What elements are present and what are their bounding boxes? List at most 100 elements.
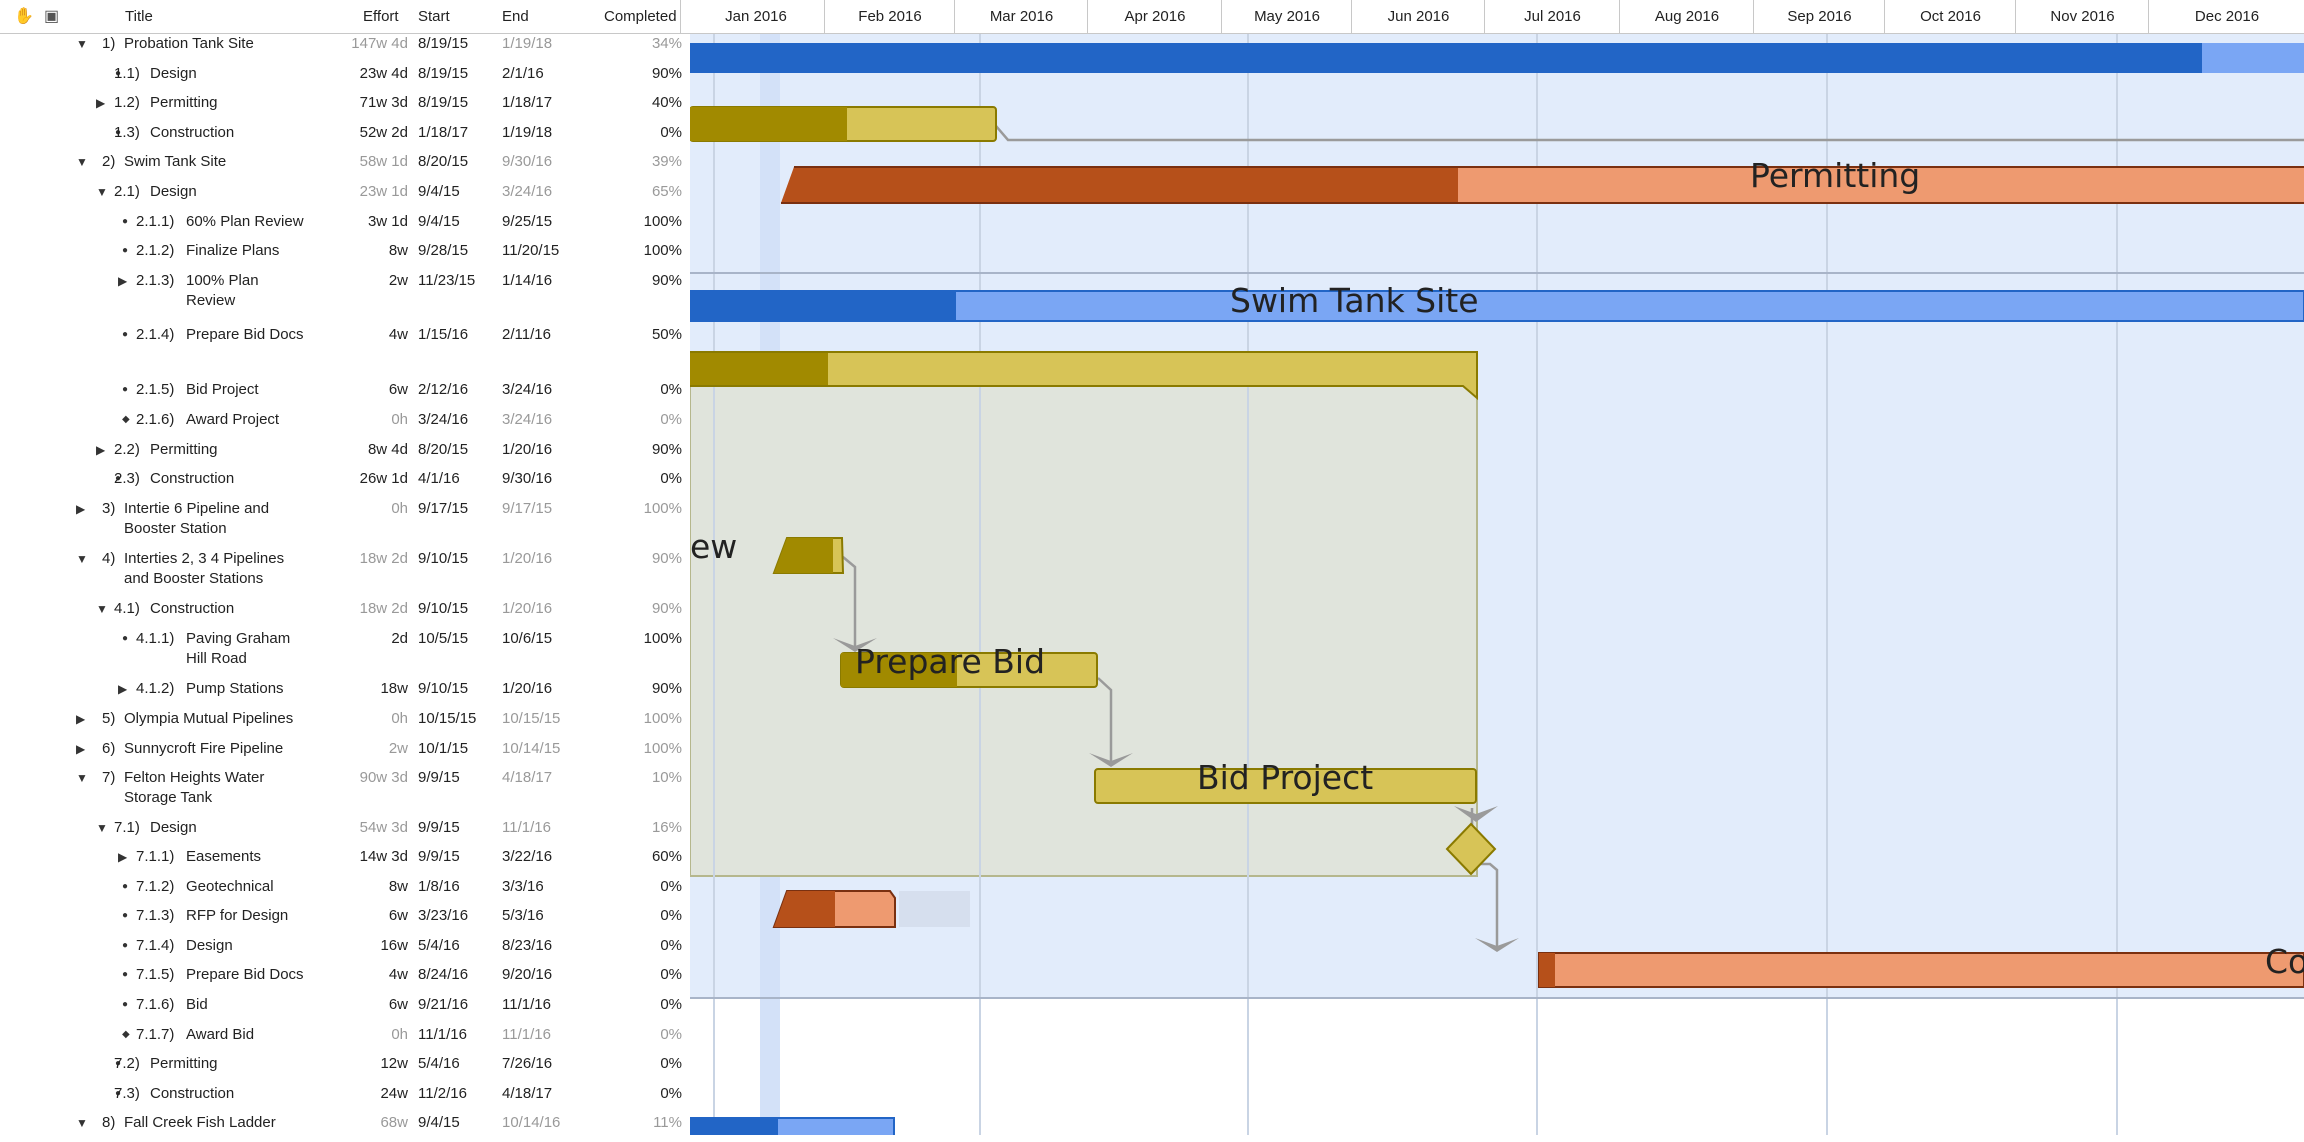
task-title[interactable]: Fall Creek Fish Ladder	[124, 1113, 304, 1133]
task-row[interactable]: ◆ 7.1.7) Award Bid 0h 11/1/16 11/1/16 0%	[0, 1025, 690, 1054]
task-end-date[interactable]: 9/30/16	[502, 152, 552, 172]
task-completed[interactable]: 0%	[600, 1025, 682, 1045]
task-completed[interactable]: 0%	[600, 380, 682, 400]
task-effort[interactable]: 4w	[320, 325, 408, 345]
task-row[interactable]: ▶ 1.2) Permitting 71w 3d 8/19/15 1/18/17 40%	[0, 93, 690, 122]
task-effort[interactable]: 23w 1d	[320, 182, 408, 202]
bar-construction-2-3[interactable]	[1538, 952, 2304, 988]
task-title[interactable]: Award Bid	[186, 1025, 306, 1045]
task-row[interactable]: ● 4.1.1) Paving Graham Hill Road 2d 10/5/15 1…	[0, 629, 690, 678]
task-row[interactable]: ◆ 2.1.6) Award Project 0h 3/24/16 3/24/16 0%	[0, 410, 690, 439]
task-row[interactable]: ▼ 2) Swim Tank Site 58w 1d 8/20/15 9/30/16 39%	[0, 152, 690, 181]
task-start-date[interactable]: 9/4/15	[418, 212, 460, 232]
task-start-date[interactable]: 9/17/15	[418, 499, 468, 519]
task-effort[interactable]: 52w 2d	[320, 123, 408, 143]
task-end-date[interactable]: 9/25/15	[502, 212, 552, 232]
task-completed[interactable]: 100%	[600, 212, 682, 232]
task-start-date[interactable]: 5/4/16	[418, 936, 460, 956]
task-row[interactable]: ● 2.1.1) 60% Plan Review 3w 1d 9/4/15 9/25/15…	[0, 212, 690, 241]
task-start-date[interactable]: 9/28/15	[418, 241, 468, 261]
task-completed[interactable]: 100%	[600, 499, 682, 519]
disclosure-expanded-icon[interactable]: ▼	[76, 152, 88, 172]
task-start-date[interactable]: 8/20/15	[418, 440, 468, 460]
task-completed[interactable]: 100%	[600, 629, 682, 649]
task-row[interactable]: ▶ 6) Sunnycroft Fire Pipeline 2w 10/1/15 10/1…	[0, 739, 690, 768]
task-effort[interactable]: 14w 3d	[320, 847, 408, 867]
task-effort[interactable]: 6w	[320, 995, 408, 1015]
disclosure-expanded-icon[interactable]: ▼	[96, 599, 108, 619]
task-end-date[interactable]: 2/1/16	[502, 64, 544, 84]
task-start-date[interactable]: 11/1/16	[418, 1025, 467, 1045]
disclosure-expanded-icon[interactable]: ▼	[96, 182, 108, 202]
task-effort[interactable]: 0h	[320, 1025, 408, 1045]
disclosure-expanded-icon[interactable]: ▼	[76, 1113, 88, 1133]
task-row[interactable]: ▶ 7.1.1) Easements 14w 3d 9/9/15 3/22/16 60%	[0, 847, 690, 876]
task-title[interactable]: Permitting	[150, 1054, 330, 1074]
task-effort[interactable]: 6w	[320, 906, 408, 926]
task-effort[interactable]: 16w	[320, 936, 408, 956]
task-end-date[interactable]: 11/1/16	[502, 1025, 551, 1045]
task-completed[interactable]: 34%	[600, 34, 682, 54]
disclosure-collapsed-icon[interactable]: ▶	[76, 739, 85, 759]
task-effort[interactable]: 18w 2d	[320, 599, 408, 619]
task-completed[interactable]: 90%	[600, 271, 682, 291]
task-row[interactable]: ● 1.3) Construction 52w 2d 1/18/17 1/19/18 0%	[0, 123, 690, 152]
task-end-date[interactable]: 1/14/16	[502, 271, 552, 291]
task-end-date[interactable]: 9/20/16	[502, 965, 552, 985]
task-title[interactable]: Construction	[150, 599, 330, 619]
column-header-start[interactable]: Start	[418, 0, 450, 33]
task-completed[interactable]: 0%	[600, 936, 682, 956]
task-title[interactable]: Prepare Bid Docs	[186, 325, 306, 345]
task-completed[interactable]: 65%	[600, 182, 682, 202]
task-title[interactable]: Award Project	[186, 410, 306, 430]
task-effort[interactable]: 147w 4d	[320, 34, 408, 54]
task-row[interactable]: ▼ 7) Felton Heights Water Storage Tank 90w …	[0, 768, 690, 817]
task-completed[interactable]: 100%	[600, 709, 682, 729]
task-effort[interactable]: 71w 3d	[320, 93, 408, 113]
task-effort[interactable]: 24w	[320, 1084, 408, 1104]
task-row[interactable]: ● 1.1) Design 23w 4d 8/19/15 2/1/16 90%	[0, 64, 690, 93]
task-effort[interactable]: 2w	[320, 271, 408, 291]
task-end-date[interactable]: 2/11/16	[502, 325, 551, 345]
task-start-date[interactable]: 2/12/16	[418, 380, 468, 400]
task-end-date[interactable]: 5/3/16	[502, 906, 544, 926]
task-start-date[interactable]: 8/19/15	[418, 64, 468, 84]
task-row[interactable]: ● 7.2) Permitting 12w 5/4/16 7/26/16 0%	[0, 1054, 690, 1083]
task-title[interactable]: Construction	[150, 1084, 330, 1104]
task-title[interactable]: Felton Heights Water Storage Tank	[124, 768, 304, 808]
disclosure-expanded-icon[interactable]: ▼	[76, 549, 88, 569]
task-title[interactable]: Construction	[150, 123, 330, 143]
task-title[interactable]: Intertie 6 Pipeline and Booster Station	[124, 499, 304, 539]
task-end-date[interactable]: 11/20/15	[502, 241, 559, 261]
task-completed[interactable]: 0%	[600, 410, 682, 430]
disclosure-collapsed-icon[interactable]: ▶	[118, 271, 127, 291]
disclosure-collapsed-icon[interactable]: ▶	[76, 499, 85, 519]
task-end-date[interactable]: 9/17/15	[502, 499, 552, 519]
task-title[interactable]: Design	[186, 936, 306, 956]
task-title[interactable]: Finalize Plans	[186, 241, 306, 261]
task-row[interactable]: ▼ 1) Probation Tank Site 147w 4d 8/19/15 1/19…	[0, 34, 690, 63]
task-end-date[interactable]: 10/15/15	[502, 709, 560, 729]
task-row[interactable]: ▼ 4.1) Construction 18w 2d 9/10/15 1/20/16 90%	[0, 599, 690, 628]
task-effort[interactable]: 23w 4d	[320, 64, 408, 84]
task-end-date[interactable]: 3/24/16	[502, 410, 552, 430]
task-start-date[interactable]: 9/10/15	[418, 599, 468, 619]
task-row[interactable]: ● 2.1.4) Prepare Bid Docs 4w 1/15/16 2/11/16 5…	[0, 325, 690, 374]
task-end-date[interactable]: 11/1/16	[502, 995, 551, 1015]
task-start-date[interactable]: 8/24/16	[418, 965, 468, 985]
task-effort[interactable]: 6w	[320, 380, 408, 400]
row-select-icon[interactable]: ▣	[44, 6, 59, 26]
task-row[interactable]: ● 7.1.2) Geotechnical 8w 1/8/16 3/3/16 0%	[0, 877, 690, 906]
task-title[interactable]: Swim Tank Site	[124, 152, 304, 172]
task-start-date[interactable]: 3/24/16	[418, 410, 468, 430]
task-start-date[interactable]: 1/18/17	[418, 123, 468, 143]
task-end-date[interactable]: 4/18/17	[502, 1084, 552, 1104]
task-end-date[interactable]: 1/20/16	[502, 679, 552, 699]
column-header-end[interactable]: End	[502, 0, 529, 33]
task-row[interactable]: ▼ 8) Fall Creek Fish Ladder 68w 9/4/15 10/14/…	[0, 1113, 690, 1142]
task-start-date[interactable]: 10/1/15	[418, 739, 468, 759]
task-row[interactable]: ● 2.1.2) Finalize Plans 8w 9/28/15 11/20/15 10…	[0, 241, 690, 270]
task-end-date[interactable]: 11/1/16	[502, 818, 551, 838]
task-title[interactable]: RFP for Design	[186, 906, 306, 926]
task-start-date[interactable]: 8/19/15	[418, 34, 468, 54]
